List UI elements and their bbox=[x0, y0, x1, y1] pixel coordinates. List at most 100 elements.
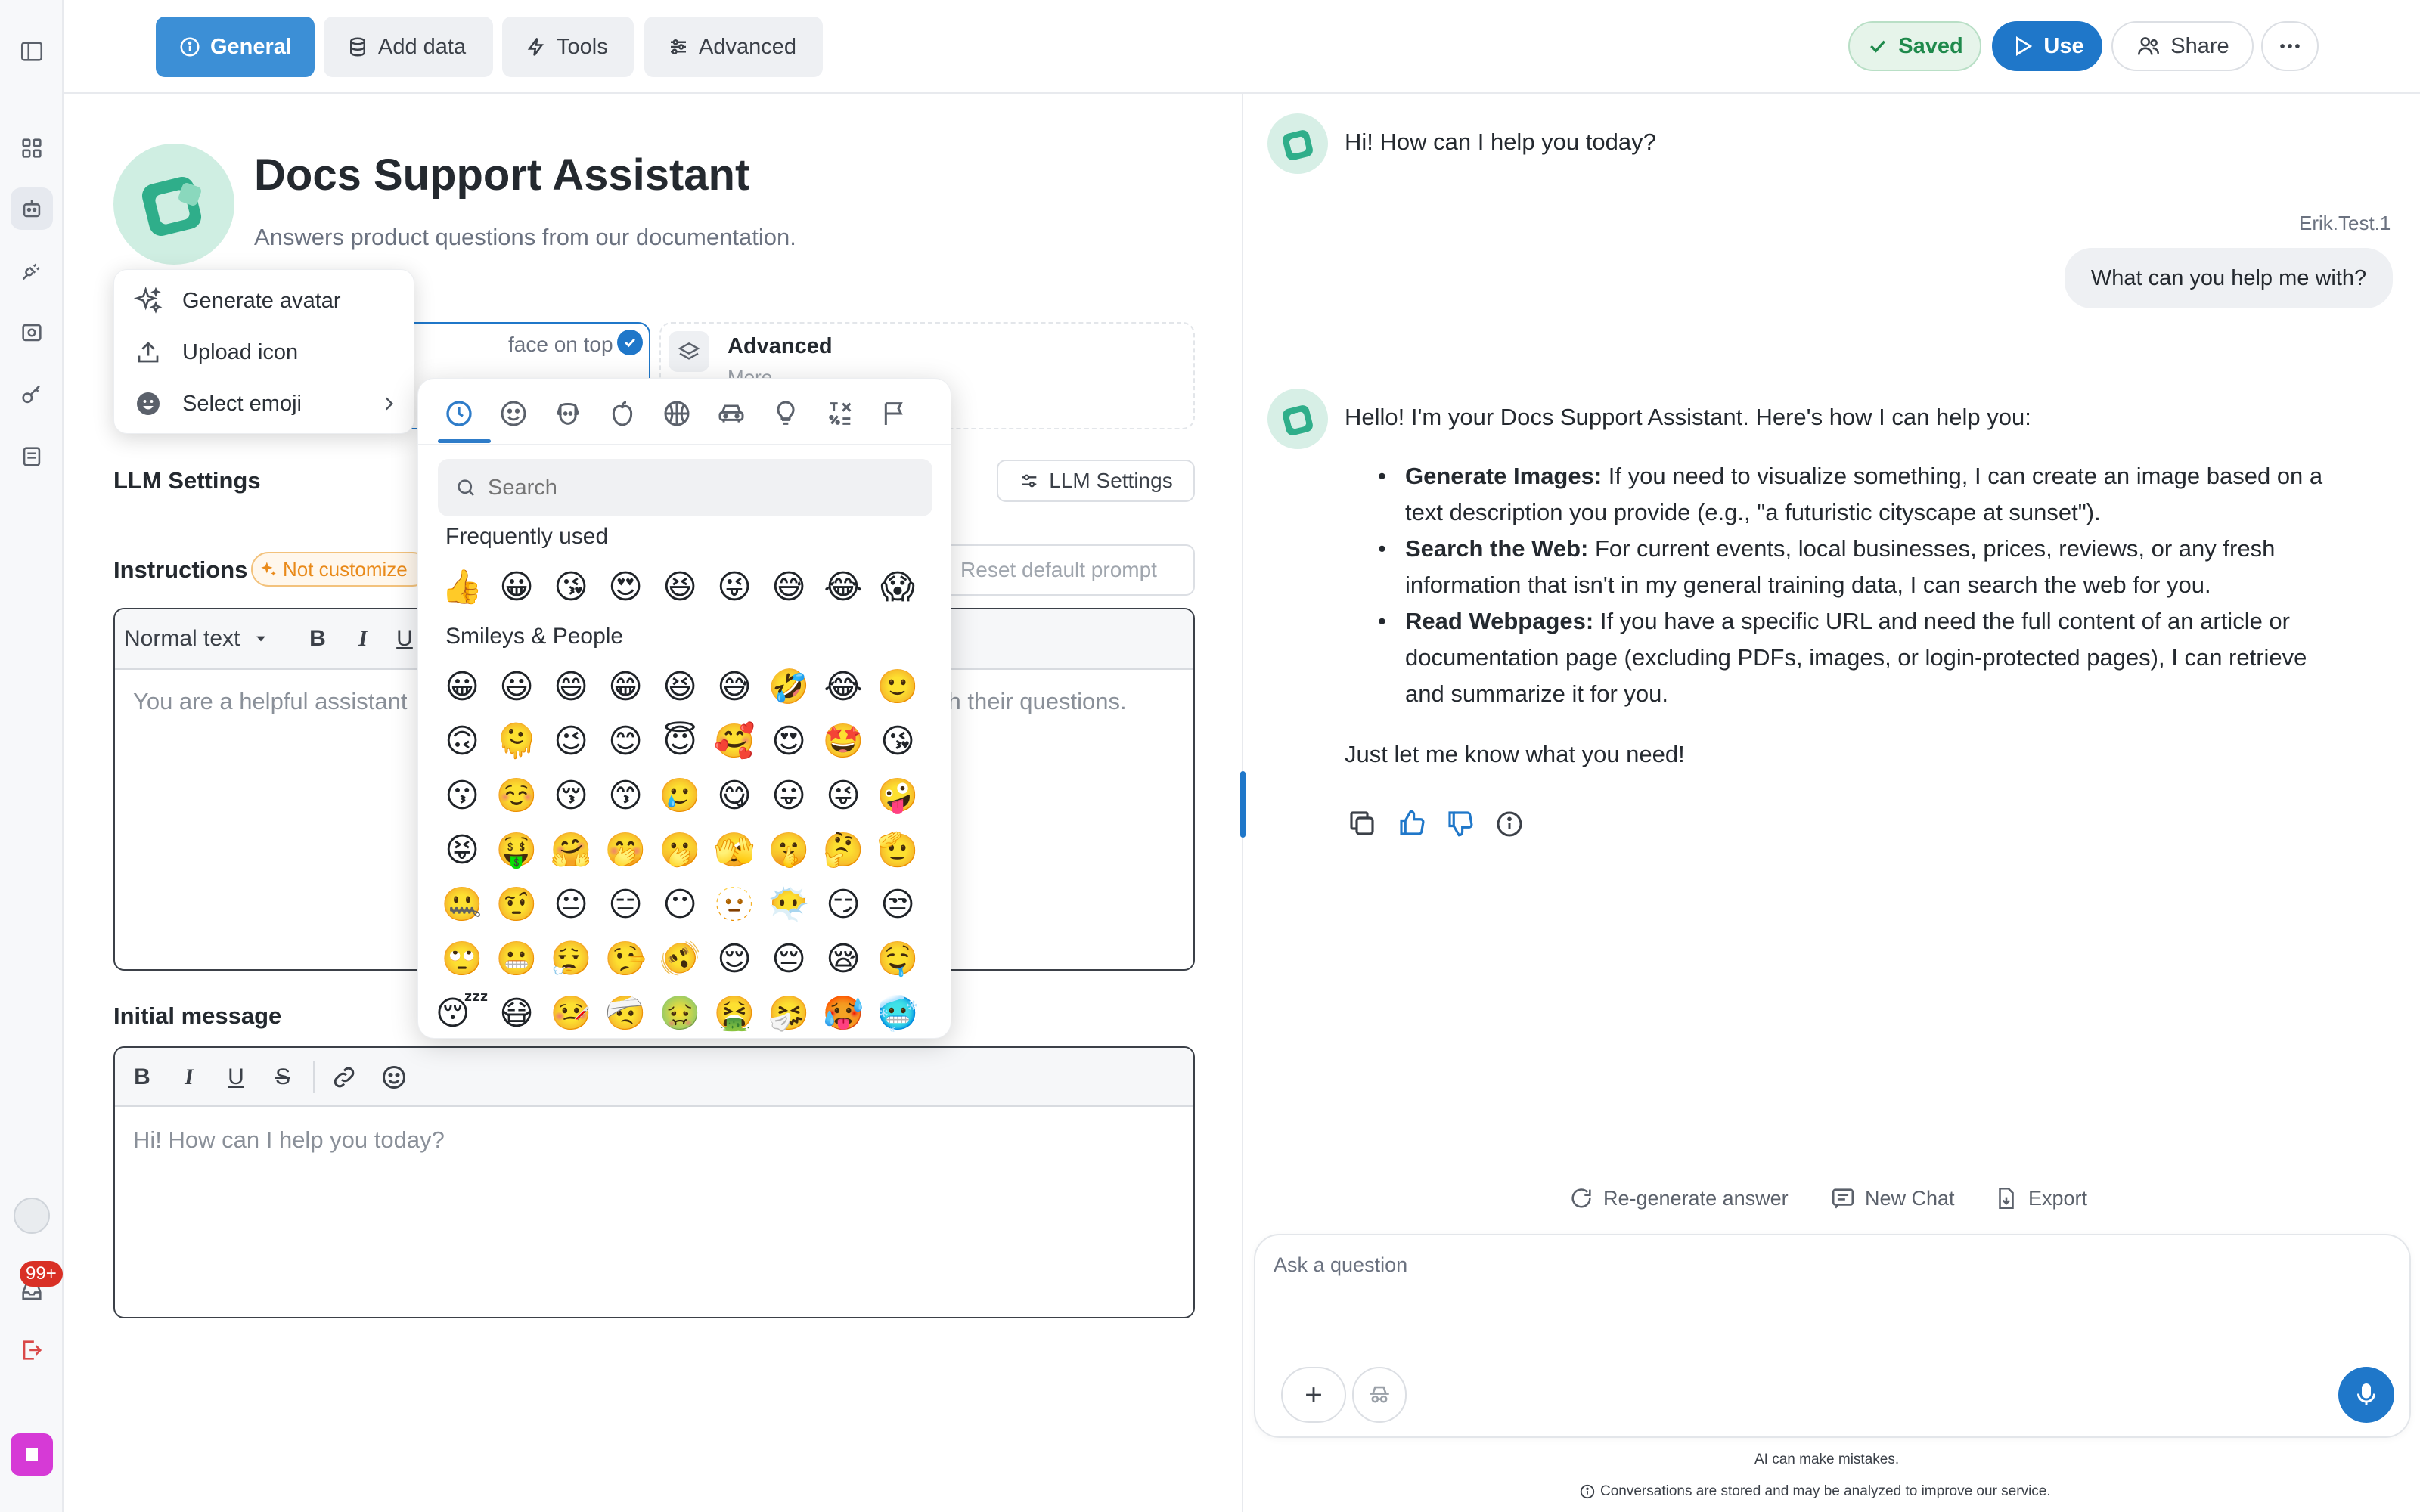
emoji-option[interactable]: 😂 bbox=[816, 660, 870, 714]
emoji-option[interactable]: 😜 bbox=[816, 769, 870, 823]
emoji-option[interactable]: 😷 bbox=[489, 987, 544, 1038]
emoji-search-input[interactable] bbox=[488, 475, 911, 500]
emoji-option[interactable]: 👍 bbox=[435, 560, 489, 615]
emoji-option[interactable]: 😍 bbox=[598, 560, 653, 615]
scan-icon[interactable] bbox=[11, 311, 53, 354]
copy-icon[interactable] bbox=[1346, 807, 1379, 841]
emoji-option[interactable]: 😗 bbox=[435, 769, 489, 823]
emoji-option[interactable]: 🤒 bbox=[544, 987, 598, 1038]
tab-advanced[interactable]: Advanced bbox=[644, 17, 823, 77]
emoji-option[interactable]: 🤐 bbox=[435, 878, 489, 932]
emoji-option[interactable]: 😊 bbox=[598, 714, 653, 769]
emoji-option[interactable]: 😪 bbox=[816, 932, 870, 987]
text-format-select[interactable]: Normal text bbox=[123, 609, 281, 668]
tab-add-data[interactable]: Add data bbox=[324, 17, 493, 77]
emoji-option[interactable]: 😶‍🌫️ bbox=[762, 878, 816, 932]
document-icon[interactable] bbox=[11, 435, 53, 478]
emoji-option[interactable]: 🫣 bbox=[707, 823, 762, 878]
emoji-option[interactable]: 😋 bbox=[707, 769, 762, 823]
emoji-option[interactable]: 🤭 bbox=[598, 823, 653, 878]
emoji-option[interactable]: 😜 bbox=[707, 560, 762, 615]
assistant-description[interactable]: Answers product questions from our docum… bbox=[254, 224, 796, 251]
menu-item-generate-avatar[interactable]: Generate avatar bbox=[114, 276, 415, 326]
emoji-option[interactable]: 🥰 bbox=[707, 714, 762, 769]
emoji-option[interactable]: 😅 bbox=[762, 560, 816, 615]
emoji-option[interactable]: 😘 bbox=[870, 714, 925, 769]
logout-icon[interactable] bbox=[11, 1329, 53, 1371]
emoji-option[interactable]: 🤩 bbox=[816, 714, 870, 769]
emoji-icon[interactable] bbox=[368, 1048, 420, 1107]
emoji-option[interactable]: 🙄 bbox=[435, 932, 489, 987]
emoji-option[interactable]: 😀 bbox=[489, 560, 544, 615]
emoji-option[interactable]: 😒 bbox=[870, 878, 925, 932]
emoji-option[interactable]: 🫢 bbox=[653, 823, 707, 878]
emoji-option[interactable]: 🤔 bbox=[816, 823, 870, 878]
animals-category-icon[interactable] bbox=[545, 391, 591, 436]
objects-bulb-icon[interactable] bbox=[763, 391, 808, 436]
emoji-option[interactable]: 😛 bbox=[762, 769, 816, 823]
emoji-option[interactable]: 🥶 bbox=[870, 987, 925, 1038]
regenerate-answer-button[interactable]: Re-generate answer bbox=[1568, 1185, 1789, 1211]
smileys-category-icon[interactable] bbox=[491, 391, 536, 436]
emoji-option[interactable]: 😙 bbox=[598, 769, 653, 823]
add-attachment-button[interactable] bbox=[1281, 1367, 1346, 1423]
emoji-option[interactable]: 🤗 bbox=[544, 823, 598, 878]
italic-icon[interactable]: I bbox=[166, 1048, 212, 1107]
emoji-option[interactable]: 🤣 bbox=[762, 660, 816, 714]
dashboard-icon[interactable] bbox=[11, 127, 53, 169]
emoji-search[interactable] bbox=[438, 459, 932, 516]
emoji-option[interactable]: 🤢 bbox=[653, 987, 707, 1038]
resize-handle[interactable] bbox=[1240, 771, 1246, 838]
emoji-option[interactable]: 😮‍💨 bbox=[544, 932, 598, 987]
emoji-option[interactable]: 🤮 bbox=[707, 987, 762, 1038]
share-button[interactable]: Share bbox=[2111, 21, 2254, 71]
emoji-option[interactable]: 🫨 bbox=[653, 932, 707, 987]
emoji-option[interactable]: 😚 bbox=[544, 769, 598, 823]
emoji-option[interactable]: 😇 bbox=[653, 714, 707, 769]
emoji-option[interactable]: 😍 bbox=[762, 714, 816, 769]
emoji-option[interactable]: 😱 bbox=[870, 560, 925, 615]
emoji-option[interactable]: 🤕 bbox=[598, 987, 653, 1038]
underline-icon[interactable]: U bbox=[213, 1048, 259, 1107]
emoji-option[interactable]: 🤨 bbox=[489, 878, 544, 932]
emoji-option[interactable]: 🤧 bbox=[762, 987, 816, 1038]
incognito-button[interactable] bbox=[1352, 1367, 1407, 1423]
key-icon[interactable] bbox=[11, 373, 53, 416]
emoji-option[interactable]: 😏 bbox=[816, 878, 870, 932]
italic-icon[interactable]: I bbox=[340, 609, 386, 668]
activity-ball-icon[interactable] bbox=[654, 391, 700, 436]
bold-icon[interactable]: B bbox=[295, 609, 340, 668]
thumbs-up-icon[interactable] bbox=[1396, 807, 1429, 841]
emoji-option[interactable]: 🫡 bbox=[870, 823, 925, 878]
export-button[interactable]: Export bbox=[1993, 1185, 2087, 1211]
emoji-option[interactable]: 😃 bbox=[489, 660, 544, 714]
emoji-option[interactable]: 🥲 bbox=[653, 769, 707, 823]
emoji-option[interactable]: 🙂 bbox=[870, 660, 925, 714]
emoji-option[interactable]: 😔 bbox=[762, 932, 816, 987]
new-chat-button[interactable]: New Chat bbox=[1830, 1185, 1955, 1211]
emoji-option[interactable]: 😆 bbox=[653, 660, 707, 714]
llm-settings-button[interactable]: LLM Settings bbox=[997, 460, 1195, 502]
emoji-option[interactable]: 🤤 bbox=[870, 932, 925, 987]
emoji-option[interactable]: 😉 bbox=[544, 714, 598, 769]
emoji-option[interactable]: ☺️ bbox=[489, 769, 544, 823]
emoji-option[interactable]: 🫠 bbox=[489, 714, 544, 769]
emoji-option[interactable]: 😝 bbox=[435, 823, 489, 878]
bold-icon[interactable]: B bbox=[119, 1048, 165, 1107]
emoji-option[interactable]: 😬 bbox=[489, 932, 544, 987]
emoji-option[interactable]: 😅 bbox=[707, 660, 762, 714]
emoji-option[interactable]: 🤥 bbox=[598, 932, 653, 987]
sidebar-toggle-icon[interactable] bbox=[11, 30, 53, 73]
menu-item-upload-icon[interactable]: Upload icon bbox=[114, 327, 415, 377]
strikethrough-icon[interactable]: S bbox=[260, 1048, 306, 1107]
emoji-option[interactable]: 😐 bbox=[544, 878, 598, 932]
emoji-option[interactable]: 😀 bbox=[435, 660, 489, 714]
link-icon[interactable] bbox=[318, 1048, 371, 1107]
travel-car-icon[interactable] bbox=[709, 391, 754, 436]
user-avatar-icon[interactable] bbox=[11, 1194, 53, 1237]
flags-icon[interactable] bbox=[872, 391, 917, 436]
tab-tools[interactable]: Tools bbox=[502, 17, 634, 77]
emoji-option[interactable]: 😘 bbox=[544, 560, 598, 615]
menu-item-select-emoji[interactable]: Select emoji bbox=[114, 379, 415, 429]
emoji-option[interactable]: 🤑 bbox=[489, 823, 544, 878]
